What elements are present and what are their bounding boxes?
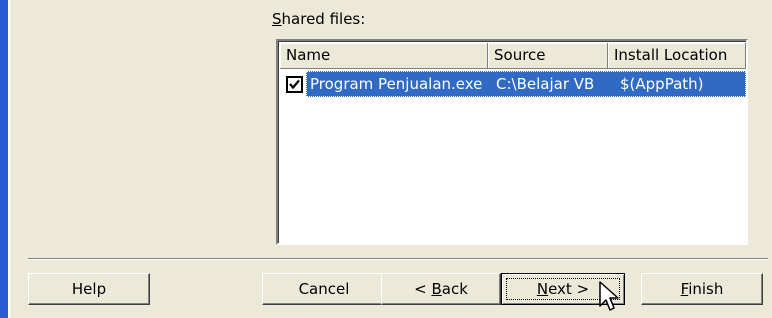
- finish-button-rest: inish: [688, 280, 724, 298]
- left-divider-line: [8, 0, 10, 318]
- checkmark-icon: [289, 79, 300, 89]
- shared-files-label: Shared files:: [272, 10, 365, 28]
- shared-files-listview[interactable]: Name Source Install Location Program Pen…: [276, 39, 748, 245]
- shared-files-accel: S: [272, 10, 282, 28]
- back-button-prefix: <: [414, 280, 432, 298]
- column-header-source[interactable]: Source: [488, 43, 608, 69]
- cell-install-location: $(AppPath): [620, 75, 704, 93]
- column-header-install-location[interactable]: Install Location: [608, 43, 746, 69]
- cell-name: Program Penjualan.exe: [310, 75, 483, 93]
- column-header-name[interactable]: Name: [280, 43, 488, 69]
- finish-button[interactable]: Finish: [641, 273, 763, 305]
- back-button[interactable]: < Back: [381, 273, 501, 305]
- listview-header: Name Source Install Location: [280, 43, 746, 69]
- separator-line: [28, 258, 768, 260]
- shared-files-label-rest: hared files:: [281, 10, 366, 28]
- cancel-button-label: Cancel: [298, 280, 350, 298]
- mouse-pointer-icon: [599, 281, 619, 311]
- left-accent-bar: [0, 0, 8, 318]
- file-checkbox[interactable]: [286, 75, 303, 93]
- table-row[interactable]: Program Penjualan.exe C:\Belajar VB $(Ap…: [280, 71, 746, 97]
- back-button-accel: B: [431, 280, 442, 298]
- back-button-rest: ack: [441, 280, 468, 298]
- cancel-button[interactable]: Cancel: [262, 273, 386, 305]
- help-button[interactable]: Help: [28, 273, 150, 305]
- cell-source: C:\Belajar VB: [496, 75, 595, 93]
- help-button-label: Help: [71, 280, 107, 298]
